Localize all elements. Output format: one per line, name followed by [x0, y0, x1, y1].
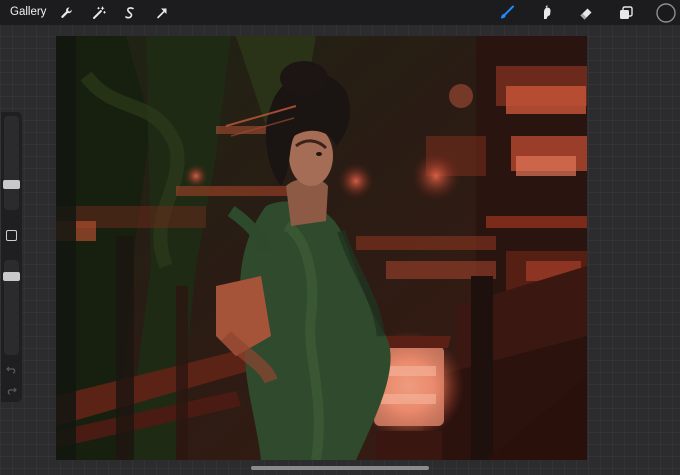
- eraser-icon[interactable]: [576, 3, 596, 23]
- brush-size-thumb[interactable]: [3, 180, 20, 189]
- brush-sidebar: [1, 112, 22, 402]
- smudge-finger-icon[interactable]: [536, 3, 556, 23]
- magic-wand-icon[interactable]: [89, 3, 109, 23]
- brush-icon[interactable]: [497, 3, 517, 23]
- layers-icon[interactable]: [616, 3, 636, 23]
- square-modify-icon[interactable]: [6, 230, 17, 241]
- undo-arrow-icon[interactable]: [5, 363, 18, 376]
- color-circle-icon[interactable]: [655, 2, 677, 24]
- redo-arrow-icon[interactable]: [5, 384, 18, 397]
- wrench-icon[interactable]: [57, 3, 77, 23]
- top-toolbar: Gallery: [0, 0, 680, 25]
- opacity-thumb[interactable]: [3, 272, 20, 281]
- selection-s-icon[interactable]: [120, 3, 140, 23]
- opacity-slider[interactable]: [3, 260, 20, 355]
- arrow-cursor-icon[interactable]: [152, 3, 172, 23]
- gallery-button[interactable]: Gallery: [10, 5, 46, 20]
- painting-canvas[interactable]: [56, 36, 587, 460]
- home-indicator[interactable]: [251, 466, 429, 470]
- brush-size-slider[interactable]: [3, 116, 20, 210]
- painting-artwork: [56, 36, 587, 460]
